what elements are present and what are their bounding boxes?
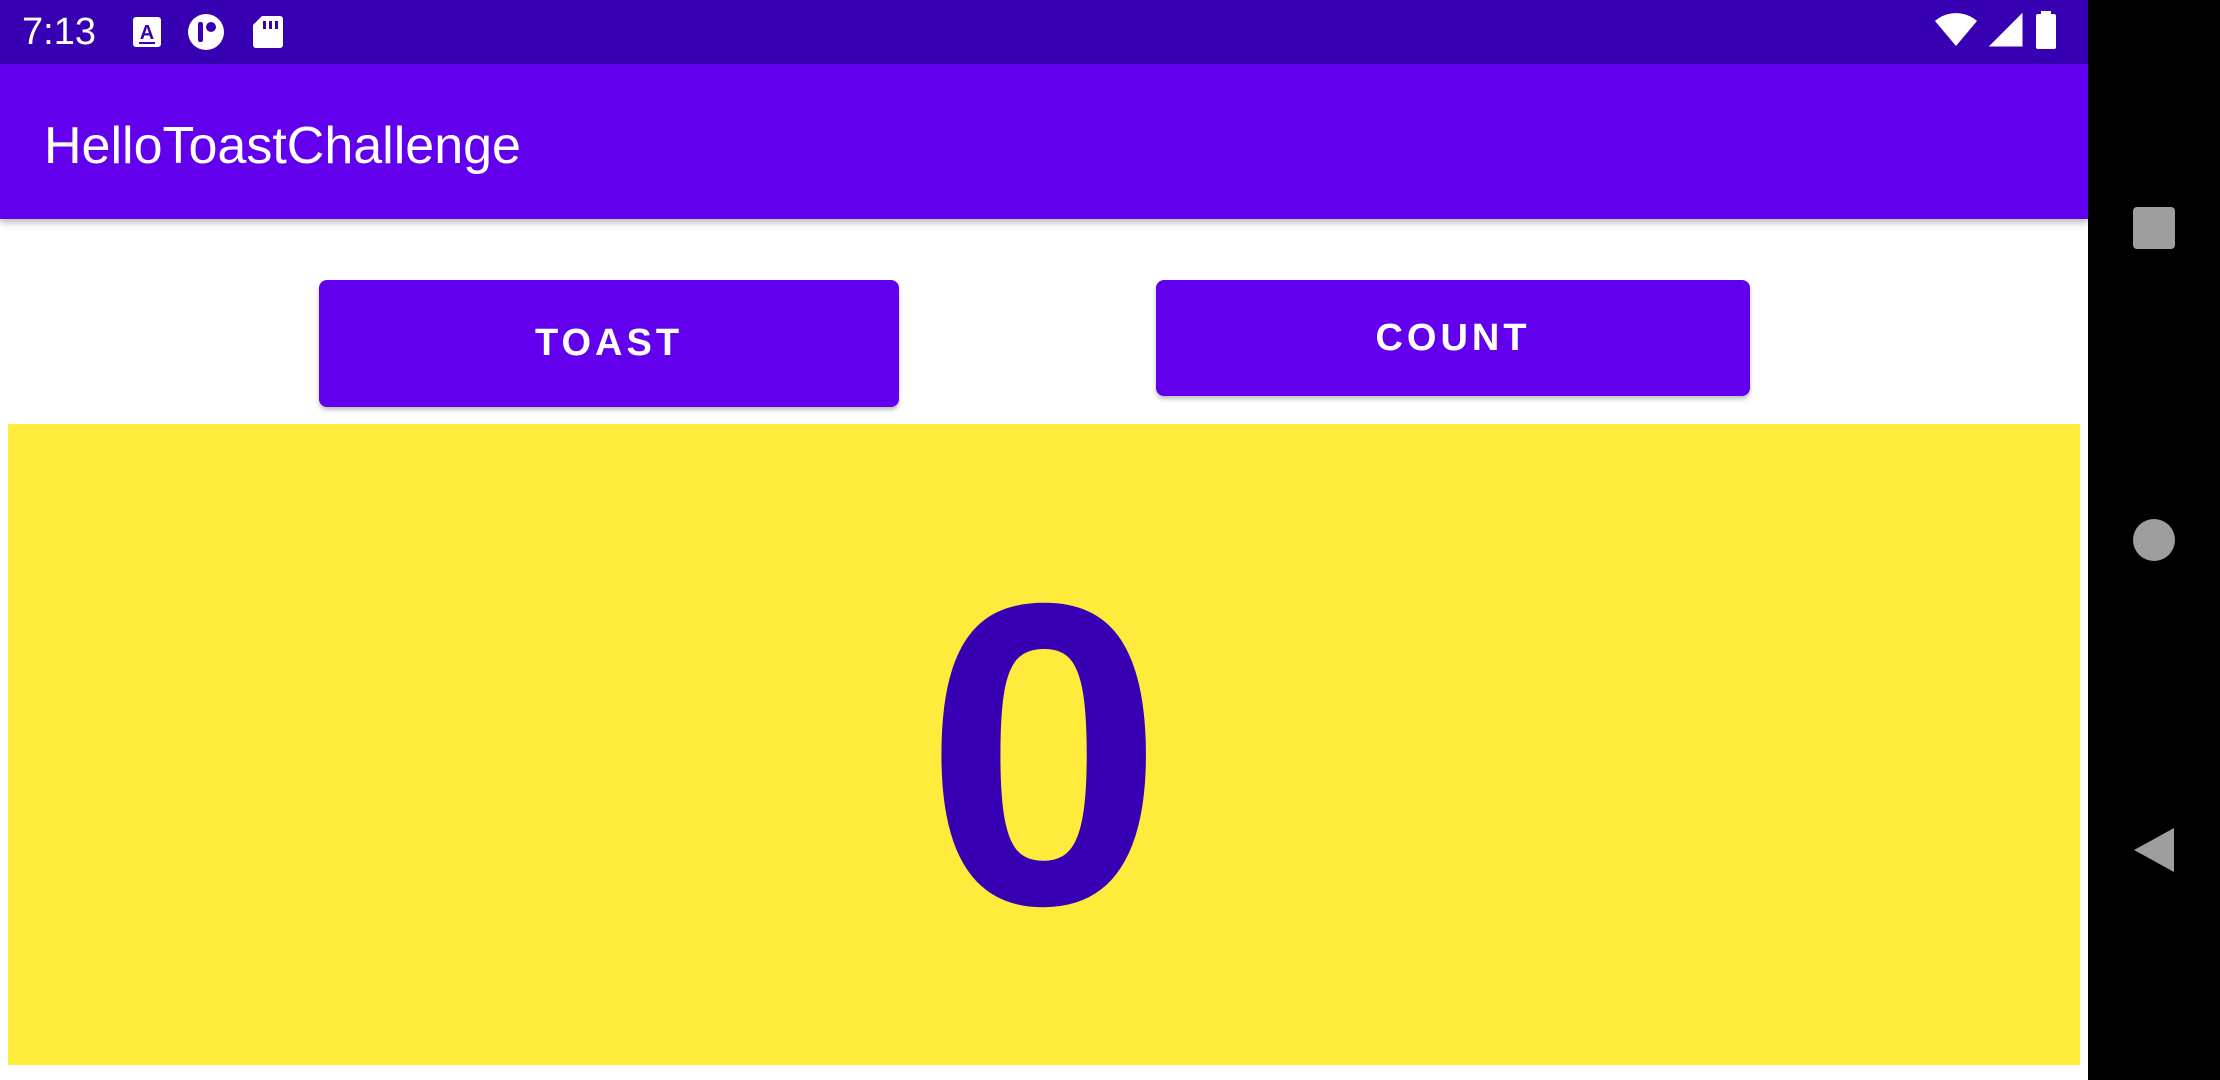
status-time: 7:13 [22, 11, 96, 53]
notification-toggle-icon [186, 12, 226, 52]
wifi-icon [1934, 12, 1978, 53]
count-value: 0 [924, 514, 1164, 995]
status-right-icons [1934, 10, 2058, 55]
recents-square-icon[interactable] [2110, 184, 2198, 272]
status-bar: 7:13 A [0, 0, 2088, 64]
count-button[interactable]: COUNT [1156, 280, 1750, 396]
count-display: 0 [8, 424, 2080, 1065]
toast-button[interactable]: TOAST [319, 280, 899, 407]
back-triangle-icon[interactable] [2110, 806, 2198, 894]
app-screen: 7:13 A HelloToastChallenge TOAST COUNT 0 [0, 0, 2088, 1080]
svg-text:A: A [140, 22, 154, 44]
home-circle-icon[interactable] [2110, 496, 2198, 584]
navigation-bar [2088, 0, 2220, 1080]
cell-signal-icon [1988, 12, 2024, 53]
sd-card-icon [248, 12, 288, 52]
text-a-icon: A [128, 12, 168, 52]
app-title: HelloToastChallenge [44, 117, 521, 175]
app-bar: HelloToastChallenge [0, 64, 2088, 219]
battery-icon [2034, 10, 2058, 55]
